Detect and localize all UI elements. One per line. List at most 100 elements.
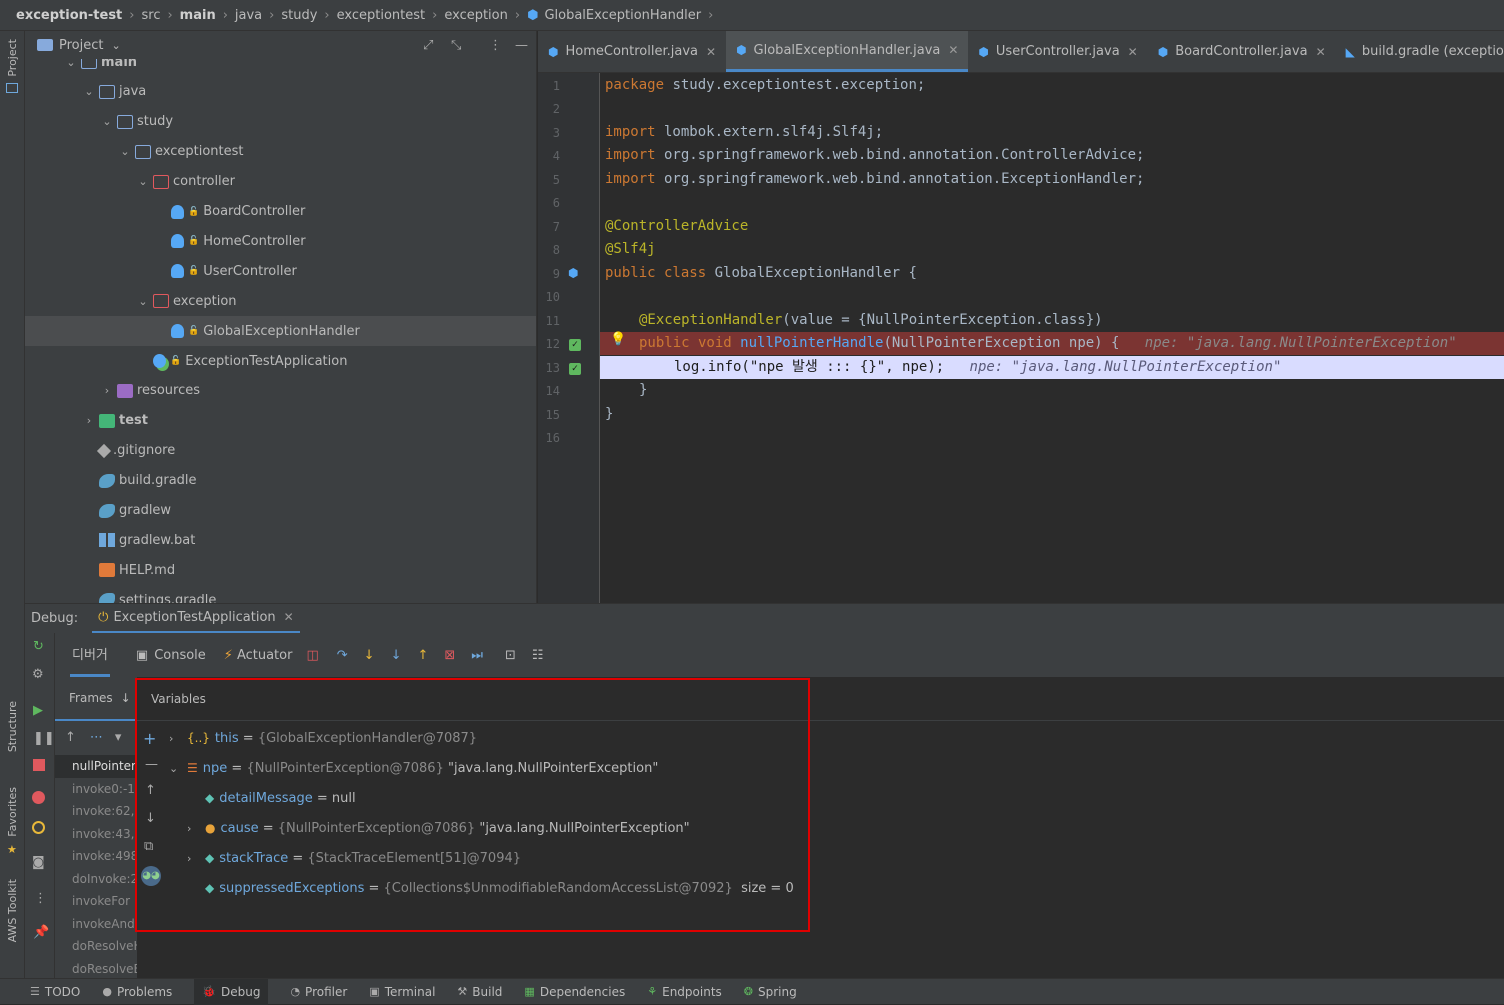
camera-icon[interactable]: ◙ bbox=[32, 855, 45, 870]
status-problems-button[interactable]: ● Problems bbox=[102, 985, 172, 999]
tree-item-help-md[interactable]: HELP.md bbox=[25, 555, 536, 585]
frame-item[interactable]: doInvoke:2 bbox=[55, 868, 137, 891]
tree-item-study[interactable]: ⌄ study bbox=[25, 107, 536, 137]
tree-item-exceptiontestapplication[interactable]: 🔓 ExceptionTestApplication bbox=[25, 346, 536, 376]
chevron-down-icon[interactable]: ⌄ bbox=[117, 145, 133, 158]
dropdown-icon[interactable]: ▾ bbox=[115, 730, 122, 745]
variable-row[interactable]: › ◆ stackTrace = {StackTraceElement[51]@70… bbox=[187, 843, 521, 873]
frame-item[interactable]: invoke:498 bbox=[55, 845, 137, 868]
status-build-button[interactable]: ⚒ Build bbox=[457, 985, 502, 999]
drop-frame-icon[interactable]: ⊠ bbox=[444, 648, 455, 663]
tree-item-exception[interactable]: ⌄ exception bbox=[25, 286, 536, 316]
spring-bean-icon[interactable]: ⬢ bbox=[568, 266, 578, 280]
status-endpoints-button[interactable]: ⚘ Endpoints bbox=[647, 985, 722, 999]
status-todo-button[interactable]: ☰ TODO bbox=[30, 985, 80, 999]
status-spring-button[interactable]: ❂ Spring bbox=[744, 985, 797, 999]
tab-console[interactable]: Console bbox=[154, 648, 206, 663]
favorites-tool-button[interactable]: Favorites bbox=[6, 787, 19, 837]
status-debug-button[interactable]: 🐞 Debug bbox=[194, 978, 269, 1005]
tree-item-globalexceptionhandler[interactable]: 🔓 GlobalExceptionHandler bbox=[25, 316, 536, 347]
evaluate-icon[interactable]: ⊡ bbox=[505, 648, 516, 663]
frames-tab[interactable]: Frames ↓ bbox=[55, 677, 137, 721]
chevron-down-icon[interactable]: ⌄ bbox=[111, 39, 120, 52]
structure-tool-button[interactable]: Structure bbox=[6, 701, 19, 752]
breadcrumb-src[interactable]: src bbox=[141, 8, 160, 23]
tab-usercontroller-java[interactable]: ⬢ UserController.java ✕ bbox=[968, 31, 1147, 72]
frame-item[interactable]: doResolveE bbox=[55, 958, 137, 979]
status-terminal-button[interactable]: ▣ Terminal bbox=[369, 985, 435, 999]
tab-actuator[interactable]: Actuator bbox=[237, 648, 293, 663]
hide-panel-icon[interactable]: — bbox=[515, 38, 528, 53]
breadcrumb-exceptiontest[interactable]: exceptiontest bbox=[337, 8, 426, 23]
frame-item[interactable]: invoke:43, bbox=[55, 823, 137, 846]
tree-item-exceptiontest[interactable]: ⌄ exceptiontest bbox=[25, 137, 536, 167]
tab-homecontroller-java[interactable]: ⬢ HomeController.java ✕ bbox=[538, 31, 726, 72]
tab-boardcontroller-java[interactable]: ⬢ BoardController.java ✕ bbox=[1148, 31, 1336, 72]
tree-item-usercontroller[interactable]: 🔓 UserController bbox=[25, 256, 536, 286]
tab-debugger[interactable]: 디버거 bbox=[70, 633, 110, 677]
project-panel-title[interactable]: Project bbox=[59, 38, 103, 53]
debug-session-tab[interactable]: ⏻ ExceptionTestApplication ✕ bbox=[92, 604, 300, 634]
chevron-right-icon[interactable]: › bbox=[169, 732, 187, 745]
view-breakpoints-icon[interactable] bbox=[32, 791, 45, 804]
breadcrumb-class[interactable]: GlobalExceptionHandler bbox=[544, 8, 701, 23]
force-step-into-icon[interactable]: ↓ bbox=[391, 648, 402, 663]
chevron-down-icon[interactable]: ⌄ bbox=[135, 175, 151, 188]
settings-gear-icon[interactable]: ⚙ bbox=[32, 667, 44, 682]
frame-item[interactable]: doResolveH bbox=[55, 935, 137, 958]
variable-row[interactable]: › {..} this = {GlobalExceptionHandler@7087… bbox=[169, 723, 477, 753]
chevron-down-icon[interactable]: ⌄ bbox=[99, 115, 115, 128]
ellipsis-icon[interactable]: ⋯ bbox=[90, 730, 103, 745]
chevron-down-icon[interactable]: ⌄ bbox=[81, 85, 97, 98]
close-icon[interactable]: ✕ bbox=[706, 45, 716, 59]
variable-row[interactable]: ⌄ ☰ npe = {NullPointerException@7086} "jav… bbox=[169, 753, 658, 783]
aws-toolkit-button[interactable]: AWS Toolkit bbox=[6, 879, 19, 942]
frame-item[interactable]: invokeFor bbox=[55, 890, 137, 913]
tree-item-java[interactable]: ⌄ java bbox=[25, 77, 536, 107]
breadcrumb-java[interactable]: java bbox=[235, 8, 262, 23]
variable-row[interactable]: › ● cause = {NullPointerException@7086} "j… bbox=[187, 813, 690, 843]
tab-globalexceptionhandler-java[interactable]: ⬢ GlobalExceptionHandler.java ✕ bbox=[726, 31, 969, 72]
options-icon[interactable]: ⋮ bbox=[489, 38, 502, 53]
tree-item-controller[interactable]: ⌄ controller bbox=[25, 167, 536, 197]
tab-build-gradle-exception-test[interactable]: ◣build.gradle (exception-test)✕ bbox=[1336, 31, 1504, 72]
copy-icon[interactable]: ⧉ bbox=[144, 839, 153, 854]
breakpoint-check-icon[interactable]: ✓ bbox=[569, 363, 581, 375]
tree-item-boardcontroller[interactable]: 🔓 BoardController bbox=[25, 197, 536, 227]
breadcrumb-main[interactable]: main bbox=[180, 8, 216, 23]
chevron-right-icon[interactable]: › bbox=[99, 384, 115, 397]
tree-item-gitignore[interactable]: .gitignore bbox=[25, 436, 536, 466]
project-tool-button[interactable]: Project bbox=[6, 39, 19, 77]
move-up-icon[interactable]: ↑ bbox=[145, 783, 156, 798]
chevron-right-icon[interactable]: › bbox=[187, 852, 205, 865]
pin-icon[interactable]: 📌 bbox=[33, 925, 49, 940]
expand-all-icon[interactable]: ⤢ bbox=[423, 38, 433, 53]
glasses-icon[interactable]: ◕◕ bbox=[141, 866, 161, 886]
tree-item-homecontroller[interactable]: 🔓 HomeController bbox=[25, 226, 536, 256]
frame-item[interactable]: invokeAnd bbox=[55, 913, 137, 936]
tree-item-settings-gradle[interactable]: settings.gradle bbox=[25, 585, 536, 603]
code-editor[interactable]: package study.exceptiontest.exception; i… bbox=[600, 73, 1504, 603]
resume-icon[interactable]: ▶ bbox=[33, 703, 43, 718]
close-icon[interactable]: ✕ bbox=[1128, 45, 1138, 59]
stop-icon[interactable] bbox=[33, 759, 45, 771]
tree-item-gradlew[interactable]: gradlew bbox=[25, 496, 536, 526]
variable-row[interactable]: ◆ detailMessage = null bbox=[187, 783, 356, 813]
status-dependencies-button[interactable]: ▦ Dependencies bbox=[524, 985, 625, 999]
breadcrumb-study[interactable]: study bbox=[281, 8, 317, 23]
chevron-right-icon[interactable]: › bbox=[81, 414, 97, 427]
step-over-icon[interactable]: ↷ bbox=[337, 648, 348, 663]
run-to-cursor-icon[interactable]: ⏭ bbox=[471, 648, 483, 663]
close-icon[interactable]: ✕ bbox=[948, 43, 958, 57]
chevron-down-icon[interactable]: ⌄ bbox=[135, 295, 151, 308]
collapse-all-icon[interactable]: ⤡ bbox=[451, 38, 461, 53]
mute-breakpoints-icon[interactable] bbox=[32, 821, 45, 834]
step-into-icon[interactable]: ↓ bbox=[364, 648, 375, 663]
rerun-icon[interactable]: ↻ bbox=[33, 639, 44, 654]
breakpoint-check-icon[interactable]: ✓ bbox=[569, 339, 581, 351]
tree-item-gradlew-bat[interactable]: gradlew.bat bbox=[25, 525, 536, 555]
restore-layout-icon[interactable]: ◫ bbox=[306, 648, 318, 663]
breadcrumb-project[interactable]: exception-test bbox=[16, 8, 122, 23]
trace-icon[interactable]: ☷ bbox=[532, 648, 544, 663]
tree-item-test[interactable]: › test bbox=[25, 406, 536, 436]
